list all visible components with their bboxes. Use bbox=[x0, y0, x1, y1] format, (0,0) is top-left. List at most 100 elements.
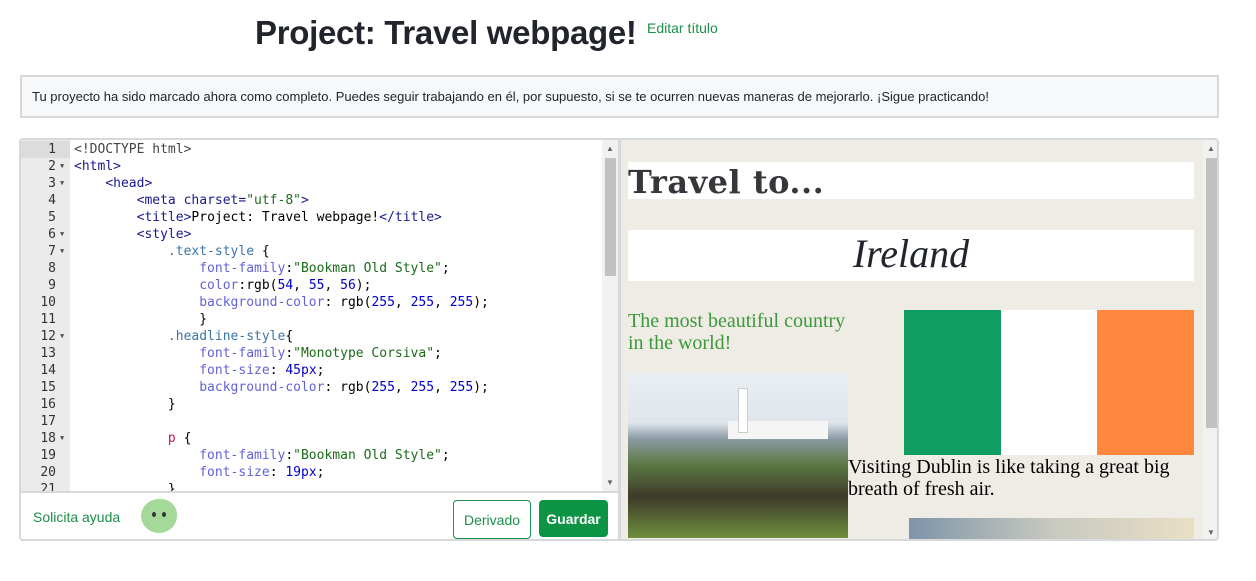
code-token: } bbox=[74, 482, 176, 491]
scroll-up-icon[interactable]: ▲ bbox=[606, 144, 614, 153]
code-token: ); bbox=[473, 380, 489, 395]
code-line[interactable]: 17 bbox=[21, 413, 601, 430]
code-token: 56 bbox=[340, 278, 356, 293]
code-line[interactable]: 19 font-family:"Bookman Old Style"; bbox=[21, 447, 601, 464]
code-line[interactable]: 4 <meta charset="utf-8"> bbox=[21, 192, 601, 209]
preview-paragraph: Visiting Dublin is like taking a great b… bbox=[848, 456, 1170, 500]
line-number: 9 bbox=[48, 278, 56, 293]
code-token: :rgb( bbox=[238, 278, 278, 293]
code-line[interactable]: 10 background-color: rgb(255, 255, 255); bbox=[21, 294, 601, 311]
request-help-link[interactable]: Solicita ayuda bbox=[33, 509, 120, 525]
code-line[interactable]: 18 ▼ p { bbox=[21, 430, 601, 447]
fold-arrow-icon[interactable]: ▼ bbox=[60, 175, 64, 192]
code-line[interactable]: 9 color:rgb(54, 55, 56); bbox=[21, 277, 601, 294]
scroll-down-icon[interactable]: ▼ bbox=[606, 478, 614, 487]
code-text: <meta charset="utf-8"> bbox=[74, 192, 309, 209]
code-token: : rgb( bbox=[324, 380, 372, 395]
code-text: font-family:"Bookman Old Style"; bbox=[74, 447, 450, 464]
code-token: : bbox=[269, 465, 286, 480]
code-token: <!DOCTYPE html> bbox=[74, 142, 192, 157]
code-line[interactable]: 14 font-size: 45px; bbox=[21, 362, 601, 379]
code-token: 255 bbox=[410, 380, 435, 395]
preview-scrollbar[interactable]: ▲ ▼ bbox=[1203, 140, 1217, 539]
code-line[interactable]: 13 font-family:"Monotype Corsiva"; bbox=[21, 345, 601, 362]
preview-scroll-thumb[interactable] bbox=[1206, 158, 1217, 428]
fold-arrow-icon[interactable]: ▼ bbox=[60, 243, 64, 260]
code-token: ; bbox=[441, 448, 450, 463]
guardar-button[interactable]: Guardar bbox=[539, 500, 608, 537]
help-avatar-icon[interactable] bbox=[141, 499, 177, 533]
code-line[interactable]: 5 <title>Project: Travel webpage!</title… bbox=[21, 209, 601, 226]
flag-stripe-orange bbox=[1097, 310, 1195, 455]
code-line[interactable]: 20 font-size: 19px; bbox=[21, 464, 601, 481]
derivado-button[interactable]: Derivado bbox=[453, 500, 531, 539]
editor-scrollbar[interactable]: ▲ ▼ bbox=[602, 140, 618, 491]
code-token: ; bbox=[434, 346, 442, 361]
code-token: 54 bbox=[277, 278, 294, 293]
code-token: > bbox=[301, 193, 309, 208]
code-line[interactable]: 16 } bbox=[21, 396, 601, 413]
code-line[interactable]: 15 background-color: rgb(255, 255, 255); bbox=[21, 379, 601, 396]
project-workspace: 1 <!DOCTYPE html> 2 ▼ <html> 3 ▼ <head> 4 <meta… bbox=[19, 138, 1219, 541]
code-text: <head> bbox=[74, 175, 152, 192]
code-token: 255 bbox=[449, 380, 474, 395]
code-token: : bbox=[285, 448, 294, 463]
code-token: : bbox=[285, 261, 294, 276]
code-token: { bbox=[254, 244, 270, 259]
scroll-up-icon[interactable]: ▲ bbox=[1207, 144, 1215, 153]
code-text: } bbox=[74, 311, 207, 328]
code-token: 45px bbox=[285, 363, 317, 378]
code-token: .headline-style bbox=[167, 329, 286, 344]
code-token: <head> bbox=[105, 176, 153, 191]
fold-arrow-icon[interactable]: ▼ bbox=[60, 328, 64, 345]
code-token: { bbox=[285, 329, 294, 344]
completion-notice: Tu proyecto ha sido marcado ahora como c… bbox=[20, 75, 1219, 118]
line-number: 8 bbox=[48, 261, 56, 276]
code-line[interactable]: 6 ▼ <style> bbox=[21, 226, 601, 243]
code-text: <style> bbox=[74, 226, 192, 243]
edit-title-link[interactable]: Editar título bbox=[647, 20, 718, 36]
fold-arrow-icon[interactable]: ▼ bbox=[60, 158, 64, 175]
code-token: .text-style bbox=[167, 244, 255, 259]
code-text: font-size: 19px; bbox=[74, 464, 324, 481]
scroll-down-icon[interactable]: ▼ bbox=[1207, 528, 1215, 537]
preview-heading: Travel to... bbox=[628, 162, 1194, 201]
code-token: , bbox=[434, 380, 450, 395]
line-number: 4 bbox=[48, 193, 56, 208]
code-line[interactable]: 2 ▼ <html> bbox=[21, 158, 601, 175]
code-token: , bbox=[394, 380, 411, 395]
code-line[interactable]: 1 <!DOCTYPE html> bbox=[21, 141, 601, 158]
flag-stripe-green bbox=[904, 310, 1001, 455]
line-number: 21 bbox=[40, 482, 56, 491]
editor-scroll-thumb[interactable] bbox=[605, 158, 616, 276]
code-line[interactable]: 7 ▼ .text-style { bbox=[21, 243, 601, 260]
code-editor[interactable]: 1 <!DOCTYPE html> 2 ▼ <html> 3 ▼ <head> 4 <meta… bbox=[21, 140, 618, 491]
code-line[interactable]: 3 ▼ <head> bbox=[21, 175, 601, 192]
flag-stripe-white bbox=[1000, 310, 1098, 455]
code-token: ; bbox=[316, 363, 325, 378]
fold-arrow-icon[interactable]: ▼ bbox=[60, 430, 64, 447]
code-line[interactable]: 11 } bbox=[21, 311, 601, 328]
code-line[interactable]: 12 ▼ .headline-style{ bbox=[21, 328, 601, 345]
code-token: color bbox=[199, 278, 239, 293]
code-token: <html> bbox=[74, 159, 121, 174]
code-token: 19px bbox=[285, 465, 317, 480]
code-token: 255 bbox=[410, 295, 435, 310]
code-text: background-color: rgb(255, 255, 255); bbox=[74, 379, 489, 396]
code-line[interactable]: 21 } bbox=[21, 481, 601, 491]
code-lines[interactable]: 1 <!DOCTYPE html> 2 ▼ <html> 3 ▼ <head> 4 <meta… bbox=[21, 141, 601, 491]
code-token: "utf-8" bbox=[246, 193, 301, 208]
fold-arrow-icon[interactable]: ▼ bbox=[60, 226, 64, 243]
line-number: 14 bbox=[40, 363, 56, 378]
ireland-flag-image bbox=[904, 310, 1195, 455]
code-line[interactable]: 8 font-family:"Bookman Old Style"; bbox=[21, 260, 601, 277]
preview-subtitle: The most beautiful country in the world! bbox=[628, 310, 846, 354]
code-token: , bbox=[434, 295, 450, 310]
